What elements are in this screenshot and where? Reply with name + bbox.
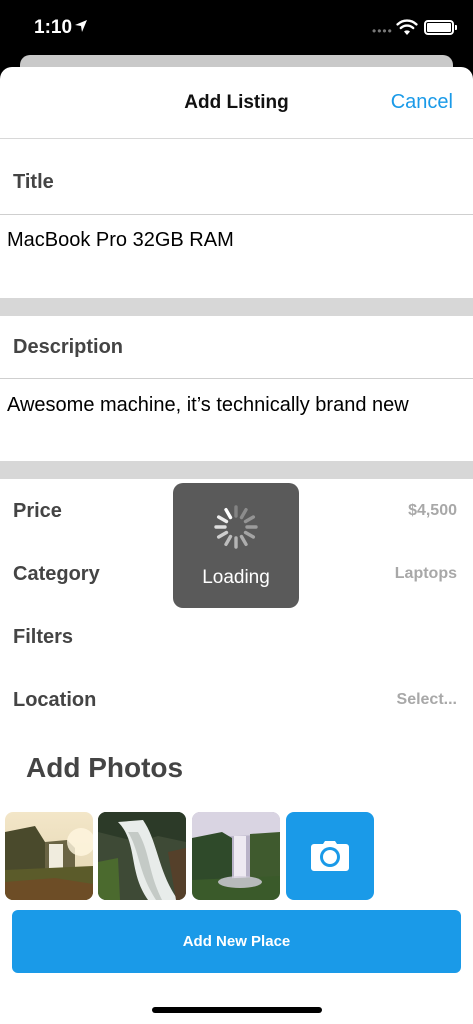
waterfall-photo-3[interactable] <box>192 812 280 900</box>
navigation-bar: Add Listing Cancel <box>0 67 473 139</box>
spinner-icon <box>214 505 258 549</box>
description-input[interactable]: Awesome machine, it’s technically brand … <box>7 394 409 417</box>
loading-overlay: Loading <box>173 483 299 608</box>
battery-tip <box>455 25 457 30</box>
price-label: Price <box>13 500 62 522</box>
add-photo-button[interactable] <box>286 812 374 900</box>
category-label: Category <box>13 563 100 585</box>
wifi-icon <box>396 19 418 35</box>
add-photos-heading: Add Photos <box>26 752 184 783</box>
location-label: Location <box>13 689 97 711</box>
loading-label: Loading <box>202 567 270 588</box>
title-label: Title <box>13 171 54 193</box>
add-listing-sheet: Add Listing Cancel Title MacBook Pro 32G… <box>0 67 473 1024</box>
filters-label: Filters <box>13 626 74 648</box>
status-time: 1:10 <box>34 17 73 38</box>
battery-icon <box>424 20 454 35</box>
title-input[interactable]: MacBook Pro 32GB RAM <box>7 229 234 252</box>
location-value: Select... <box>396 691 457 708</box>
home-indicator <box>152 1007 322 1013</box>
divider <box>0 378 473 379</box>
divider <box>0 214 473 215</box>
waterfall-photo-1[interactable] <box>5 812 93 900</box>
cancel-button[interactable]: Cancel <box>391 91 453 114</box>
section-separator <box>0 461 473 479</box>
price-value: $4,500 <box>408 502 457 519</box>
add-new-place-button[interactable]: Add New Place <box>12 910 461 973</box>
section-separator <box>0 298 473 316</box>
category-value: Laptops <box>394 565 457 582</box>
camera-icon <box>311 841 349 871</box>
waterfall-photo-2[interactable] <box>98 812 186 900</box>
description-label: Description <box>13 336 124 358</box>
location-arrow-icon <box>75 20 87 32</box>
status-bar: 1:10 •••• <box>0 0 473 58</box>
signal-icon: •••• <box>372 24 393 38</box>
